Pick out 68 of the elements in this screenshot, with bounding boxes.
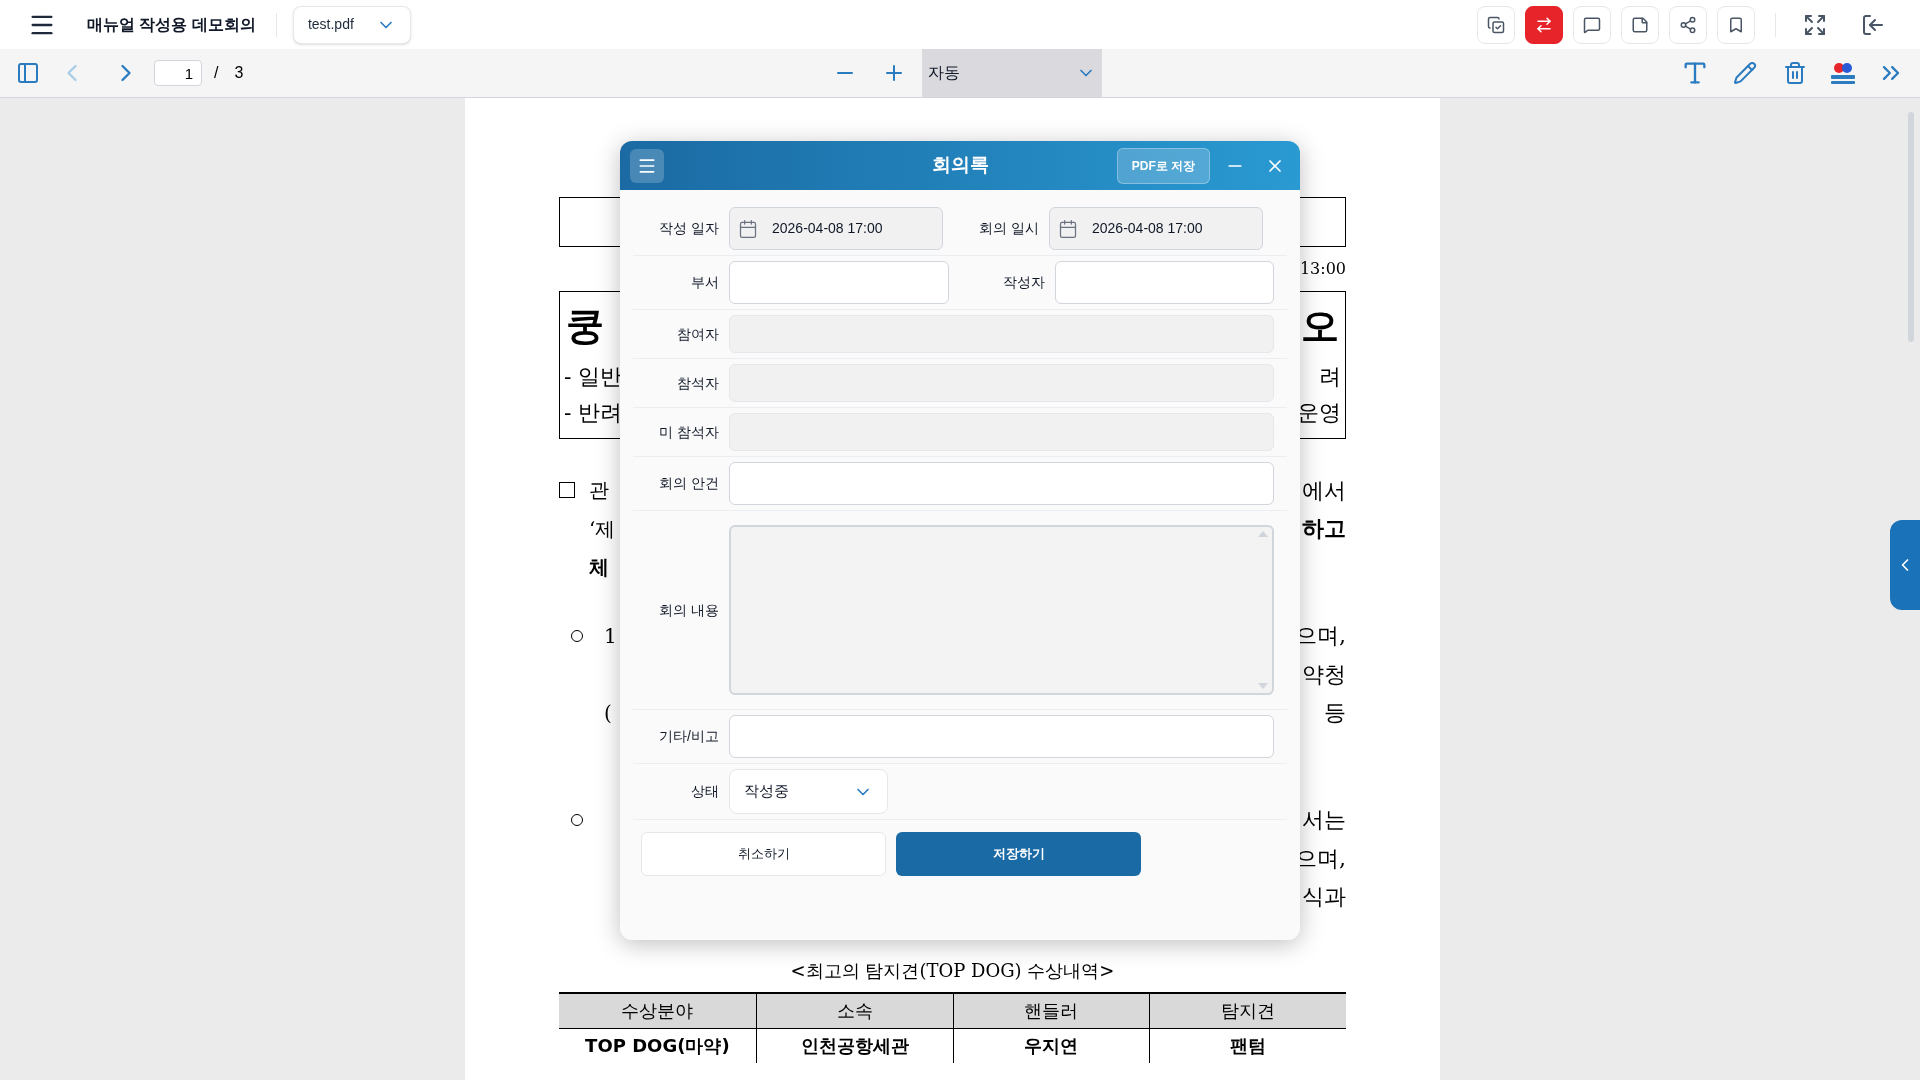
- body-text: 1: [604, 622, 617, 650]
- scrollbar-thumb[interactable]: [1908, 112, 1914, 342]
- title-text: 쿵: [566, 301, 604, 350]
- body-text: 에서: [1302, 476, 1346, 505]
- time-text: 13:00: [1299, 258, 1346, 280]
- color-stamp-icon[interactable]: [1830, 61, 1856, 85]
- title-text: 오: [1301, 301, 1339, 350]
- cancel-button[interactable]: 취소하기: [641, 832, 886, 876]
- page-input[interactable]: 1: [154, 60, 202, 86]
- body-text: ‘제: [589, 515, 616, 543]
- field-label: 작성자: [1001, 273, 1045, 292]
- page-count: 3: [234, 63, 244, 83]
- checkbox-square: [559, 482, 575, 499]
- field-label: 회의 일시: [978, 219, 1039, 238]
- field-label: 회의 내용: [658, 600, 719, 620]
- save-button[interactable]: 저장하기: [896, 832, 1141, 876]
- body-text: 체: [589, 554, 609, 582]
- file-select[interactable]: test.pdf: [292, 5, 411, 44]
- date-field[interactable]: 2026-04-08 17:00: [1049, 207, 1263, 250]
- summary-text: 려: [1319, 362, 1341, 391]
- table-header-cell: 핸들러: [952, 993, 1150, 1028]
- sticky-note-icon[interactable]: [1621, 5, 1659, 44]
- zoom-select[interactable]: 자동: [922, 49, 1102, 97]
- table-cell: 팬텀: [1149, 1028, 1346, 1063]
- input-field[interactable]: [1054, 261, 1274, 304]
- body-text: 으며,: [1295, 844, 1346, 873]
- table-caption: <최고의 탐지견(TOP DOG) 수상내역>: [790, 958, 1115, 983]
- bookmark-icon[interactable]: [1717, 5, 1755, 44]
- field-label: 참여자: [676, 324, 719, 344]
- table-header-cell-text: 수상분야: [620, 998, 695, 1023]
- swap-arrows-icon[interactable]: [1525, 5, 1563, 44]
- body-text: 하고: [1302, 514, 1346, 544]
- status-select[interactable]: 작성중: [729, 769, 888, 814]
- table-header-cell: 탐지견: [1149, 993, 1346, 1028]
- field-label: 미 참석자: [658, 422, 719, 442]
- share-icon[interactable]: [1669, 5, 1707, 44]
- field-label: 작성 일자: [658, 219, 719, 238]
- field-label: 기타/비고: [658, 727, 719, 746]
- field-label: 상태: [690, 782, 719, 801]
- comment-icon[interactable]: [1573, 5, 1611, 44]
- side-panel-tab[interactable]: [1890, 520, 1920, 610]
- page-separator: /: [214, 63, 219, 83]
- body-text: 으며,: [1295, 622, 1346, 651]
- calendar-icon: [738, 218, 758, 239]
- table-cell: 인천공항세관: [755, 1028, 953, 1063]
- body-text: (: [604, 699, 612, 727]
- field-label: 부서: [690, 273, 719, 292]
- body-text: 식과: [1302, 883, 1346, 912]
- body-text: 서는: [1302, 806, 1346, 835]
- body-text: 등: [1324, 699, 1346, 728]
- table-cell-text: TOP DOG(마약): [584, 1033, 731, 1058]
- summary-text: - 반려: [564, 398, 623, 427]
- table-header-cell: 소속: [755, 993, 953, 1028]
- body-text: 관: [589, 477, 609, 505]
- date-field[interactable]: 2026-04-08 17:00: [729, 207, 943, 250]
- calendar-icon: [1058, 218, 1078, 239]
- body-text: 약청: [1302, 660, 1346, 689]
- input-field[interactable]: [729, 261, 949, 304]
- table-cell: 우지연: [952, 1028, 1150, 1063]
- summary-text: - 일반: [564, 362, 623, 391]
- app-title: 매뉴얼 작성용 데모회의: [87, 14, 256, 35]
- input-field[interactable]: [729, 462, 1274, 505]
- field-label: 참석자: [676, 373, 719, 393]
- summary-text: 운영: [1297, 398, 1341, 427]
- field-label: 회의 안건: [658, 474, 719, 493]
- input-field[interactable]: [729, 715, 1274, 758]
- copy-check-icon[interactable]: [1477, 5, 1515, 44]
- dialog-title: 회의록: [931, 153, 989, 178]
